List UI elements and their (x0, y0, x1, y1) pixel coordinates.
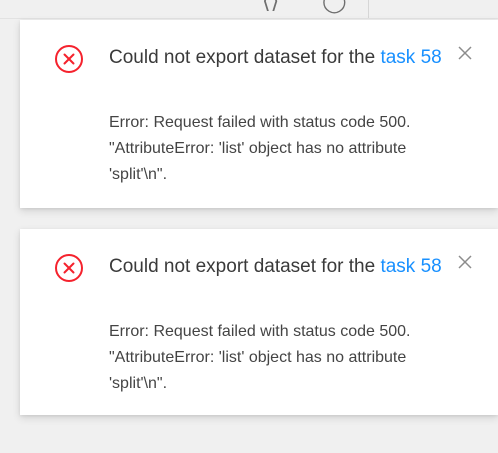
error-notification: Could not export dataset for the task 58… (20, 229, 498, 415)
description-line: Error: Request failed with status code 5… (109, 114, 411, 131)
notification-title-text: Could not export dataset for the (109, 256, 381, 277)
description-line: "AttributeError: 'list' object has no at… (109, 349, 407, 366)
description-line: 'split'\n". (109, 375, 168, 392)
error-notification: Could not export dataset for the task 58… (20, 20, 498, 208)
notification-description: Error: Request failed with status code 5… (109, 319, 469, 397)
notification-description: Error: Request failed with status code 5… (109, 110, 469, 188)
close-icon[interactable] (458, 46, 472, 60)
description-line: 'split'\n". (109, 166, 168, 183)
toolbar-icon-partial[interactable]: ⟨⟩ (262, 0, 279, 12)
description-line: Error: Request failed with status code 5… (109, 323, 411, 340)
task-link[interactable]: task 58 (380, 47, 441, 68)
close-circle-icon (55, 254, 83, 282)
task-link[interactable]: task 58 (380, 256, 441, 277)
toolbar-divider (368, 0, 369, 18)
top-toolbar: ⟨⟩ ◯ ⌒ (0, 0, 498, 19)
notification-title: Could not export dataset for the task 58 (109, 43, 454, 73)
description-line: "AttributeError: 'list' object has no at… (109, 140, 407, 157)
notification-title-text: Could not export dataset for the (109, 47, 381, 68)
toolbar-circle-icon[interactable]: ◯ (322, 0, 347, 12)
close-icon[interactable] (458, 255, 472, 269)
close-circle-icon (55, 45, 83, 73)
notification-title: Could not export dataset for the task 58 (109, 252, 454, 282)
toolbar-user-icon[interactable]: ⌒ (382, 0, 404, 12)
